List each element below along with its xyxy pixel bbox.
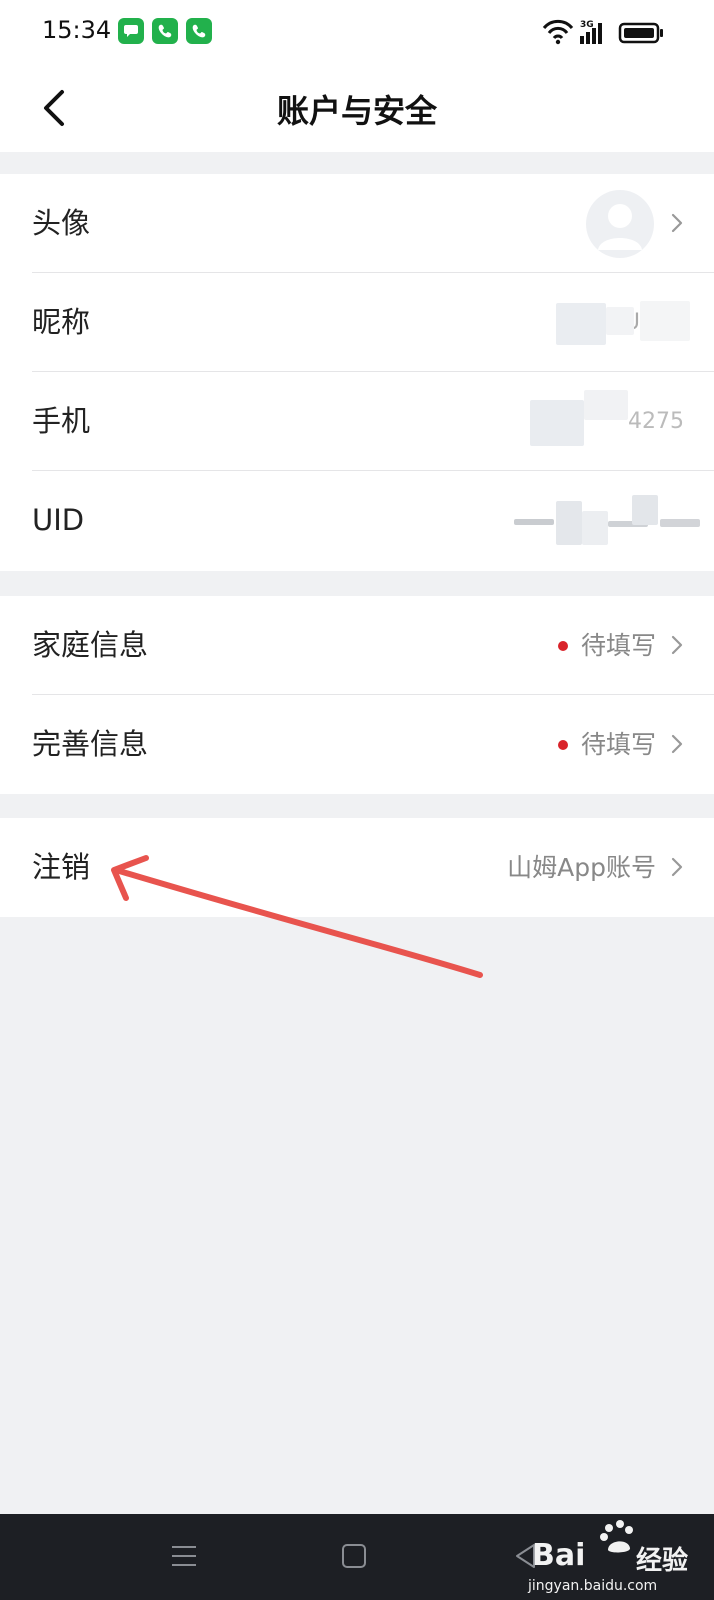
watermark-suffix: 经验 [636,1546,689,1576]
home-square-icon[interactable] [340,1542,368,1570]
watermark-brand: Bai [532,1538,586,1573]
watermark-domain: jingyan.baidu.com [528,1578,658,1594]
paw-logo-icon [600,1520,633,1553]
menu-icon[interactable] [170,1542,198,1570]
baidu-watermark: Bai 经验 jingyan.baidu.com [520,1518,700,1598]
annotation-arrow [111,855,483,978]
